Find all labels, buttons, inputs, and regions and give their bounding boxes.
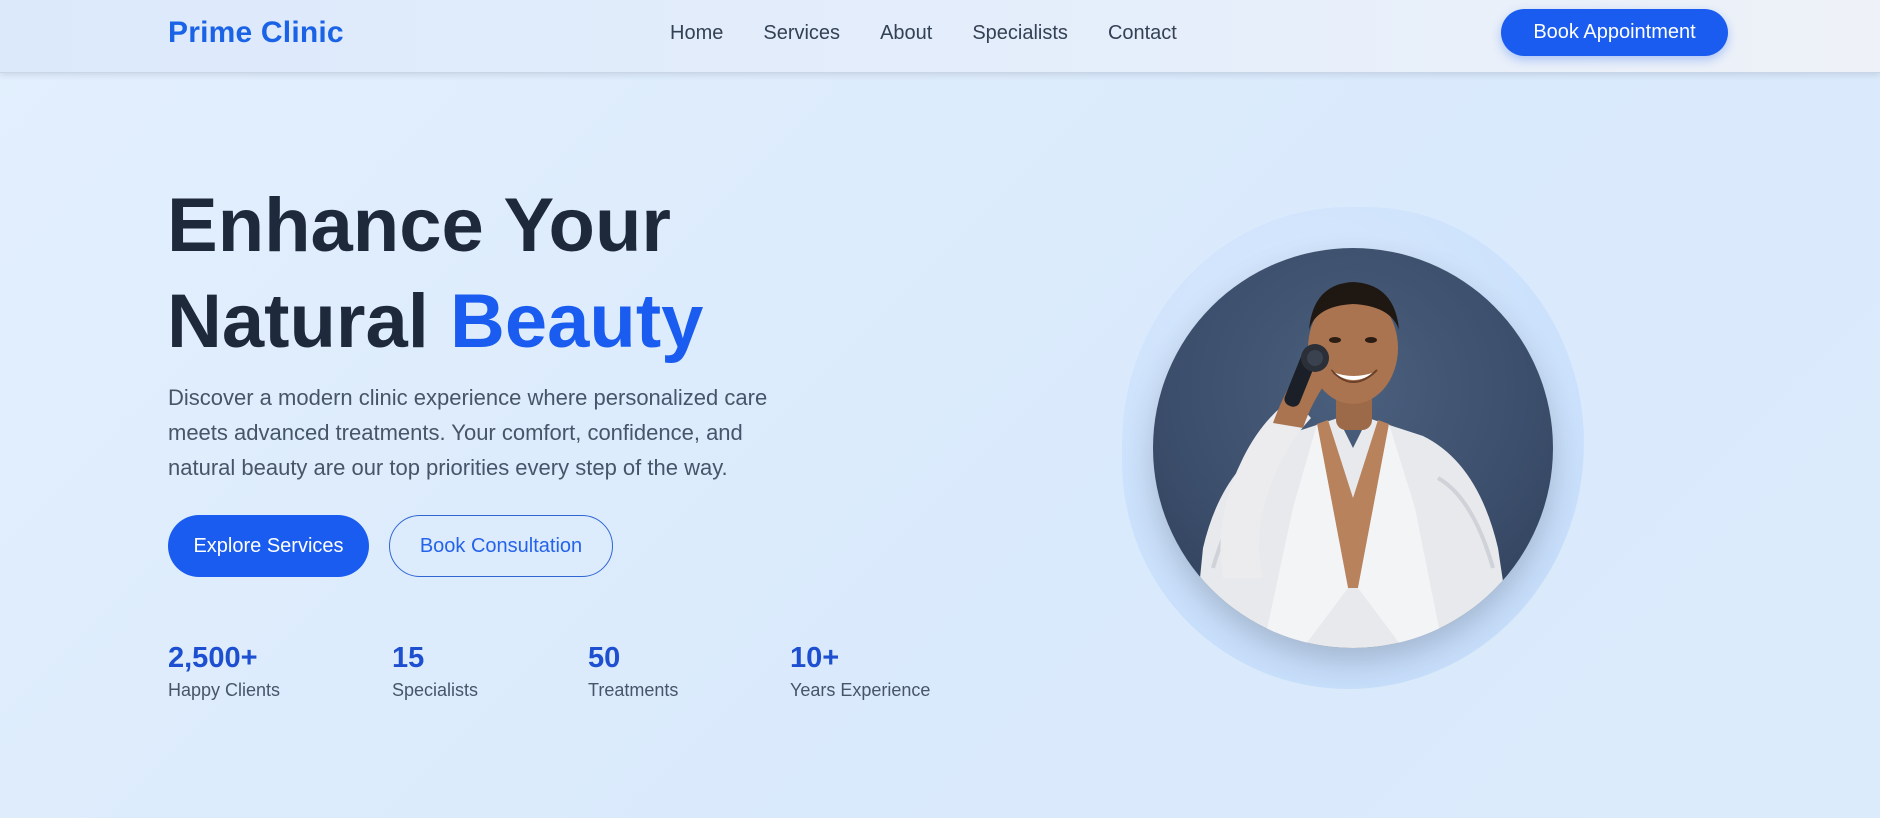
man-in-bathrobe-illustration — [1193, 282, 1513, 648]
stat-value: 10+ — [790, 642, 840, 674]
nav-contact[interactable]: Contact — [1108, 22, 1177, 45]
book-appointment-button[interactable]: Book Appointment — [1501, 9, 1728, 56]
brand-logo[interactable]: Prime Clinic — [168, 16, 344, 50]
hero-title-line2: Natural — [167, 279, 450, 364]
stat-specialists: 15 Specialists — [392, 640, 478, 702]
nav-about[interactable]: About — [880, 22, 932, 45]
hero-photo — [1153, 248, 1553, 648]
stat-years-experience: 10+ Years Experience — [790, 640, 930, 702]
stat-label: Happy Clients — [168, 680, 281, 700]
nav-specialists[interactable]: Specialists — [972, 22, 1068, 45]
explore-services-button[interactable]: Explore Services — [168, 515, 369, 577]
book-consultation-button[interactable]: Book Consultation — [389, 515, 613, 577]
stat-label: Treatments — [588, 680, 679, 700]
hero-title-line1: Enhance Your — [167, 183, 671, 268]
stat-happy-clients: 2,500+ Happy Clients — [168, 640, 280, 702]
nav-services[interactable]: Services — [763, 22, 840, 45]
stat-value: 50 — [588, 642, 621, 674]
stat-label: Specialists — [392, 680, 479, 700]
main-nav: Home Services About Specialists Contact — [670, 22, 1177, 45]
hero-description: Discover a modern clinic experience wher… — [168, 385, 768, 480]
hero-title: Enhance Your Natural Beauty — [167, 178, 703, 370]
nav-home[interactable]: Home — [670, 22, 723, 45]
site-header: Prime Clinic Home Services About Special… — [0, 0, 1880, 73]
stat-value: 2,500+ — [168, 642, 258, 674]
stat-treatments: 50 Treatments — [588, 640, 678, 702]
stat-value: 15 — [392, 642, 425, 674]
stat-label: Years Experience — [790, 680, 931, 700]
hero-title-accent: Beauty — [449, 279, 704, 364]
